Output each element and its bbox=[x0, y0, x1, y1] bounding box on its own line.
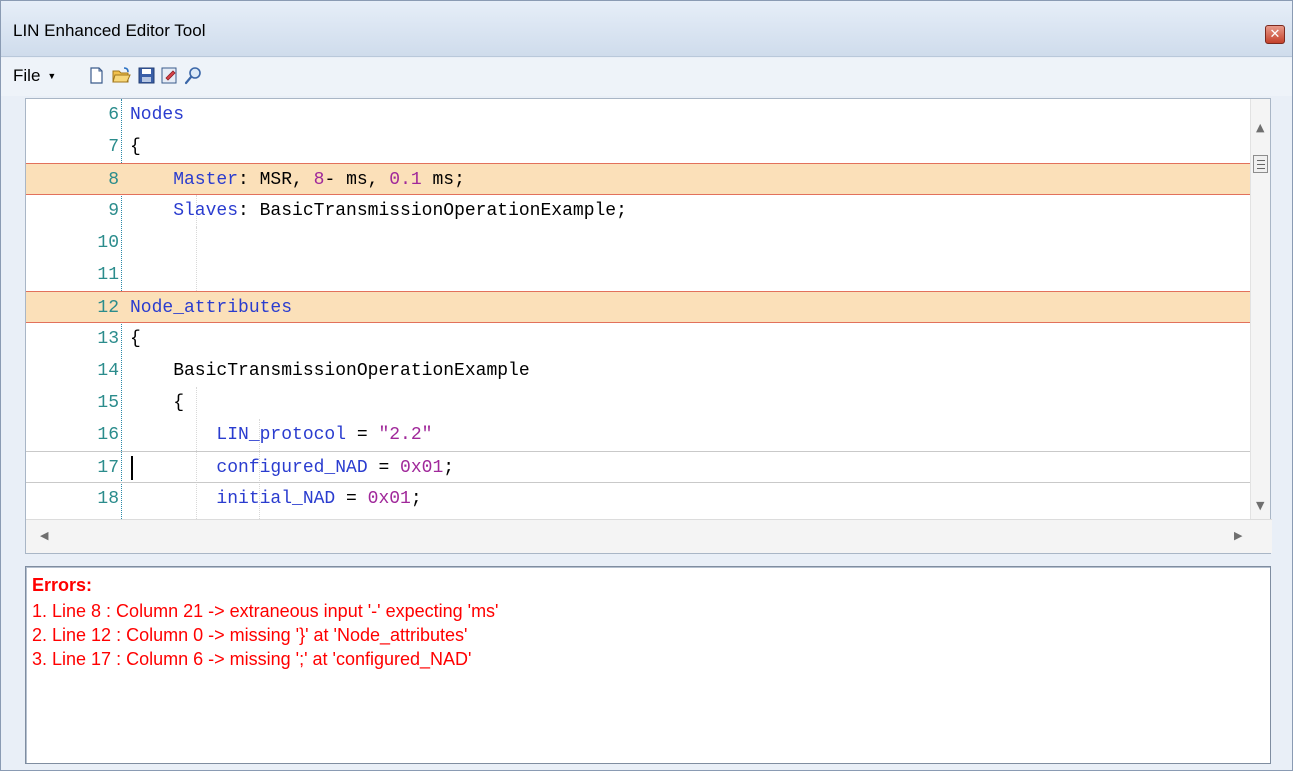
search-icon[interactable] bbox=[184, 66, 203, 85]
line-number: 8 bbox=[108, 170, 119, 190]
scroll-down-icon[interactable]: ▼ bbox=[1256, 499, 1264, 512]
line-number: 7 bbox=[108, 137, 119, 157]
line-number: 6 bbox=[108, 105, 119, 125]
close-button[interactable]: ✕ bbox=[1265, 25, 1285, 44]
code-line: 6 Nodes bbox=[26, 99, 1252, 131]
code-line: 11 bbox=[26, 259, 1252, 291]
line-number: 18 bbox=[97, 489, 119, 509]
line-text: BasicTransmissionOperationExample bbox=[130, 361, 530, 381]
line-text: { bbox=[130, 329, 141, 349]
code-line: 10 bbox=[26, 227, 1252, 259]
line-number: 10 bbox=[97, 233, 119, 253]
line-number: 17 bbox=[97, 458, 119, 478]
new-file-icon[interactable] bbox=[87, 66, 106, 85]
line-number: 9 bbox=[108, 201, 119, 221]
window-title: LIN Enhanced Editor Tool bbox=[13, 21, 206, 40]
line-number: 15 bbox=[97, 393, 119, 413]
code-line: 18 initial_NAD = 0x01; bbox=[26, 483, 1252, 515]
dropdown-caret-icon: ▼ bbox=[47, 71, 57, 81]
errors-panel: Errors: 1. Line 8 : Column 21 -> extrane… bbox=[25, 566, 1271, 764]
line-text: Node_attributes bbox=[130, 298, 293, 318]
line-text: { bbox=[130, 393, 185, 413]
line-number: 13 bbox=[97, 329, 119, 349]
save-icon[interactable] bbox=[137, 66, 156, 85]
vertical-scrollbar[interactable]: ▲ ▼ bbox=[1250, 99, 1270, 519]
line-text: { bbox=[130, 137, 141, 157]
scroll-thumb[interactable] bbox=[1253, 155, 1268, 173]
line-number: 11 bbox=[97, 265, 119, 285]
code-line: 13 { bbox=[26, 323, 1252, 355]
code-area[interactable]: 6 Nodes 7 { 8 Master: MSR, 8- ms, 0.1 ms… bbox=[26, 99, 1252, 519]
line-number: 14 bbox=[97, 361, 119, 381]
line-text-highlighted: Master: MSR, 8- ms, 0.1 ms; bbox=[130, 170, 465, 190]
code-line: 14 BasicTransmissionOperationExample bbox=[26, 355, 1252, 387]
code-line: 16 LIN_protocol = "2.2" bbox=[26, 419, 1252, 451]
scroll-up-icon[interactable]: ▲ bbox=[1256, 121, 1264, 134]
code-line-current: 17 configured_NAD = 0x01; bbox=[26, 451, 1252, 483]
app-window: LIN Enhanced Editor Tool ✕ File ▼ 6 Node… bbox=[0, 0, 1293, 771]
file-menu-label: File bbox=[13, 66, 41, 85]
save-as-icon[interactable] bbox=[160, 66, 179, 85]
error-item: 1. Line 8 : Column 21 -> extraneous inpu… bbox=[32, 601, 499, 621]
error-item: 2. Line 12 : Column 0 -> missing '}' at … bbox=[32, 625, 468, 645]
line-text-highlighted: Slaves: BasicTransmissionOperationExampl… bbox=[130, 201, 627, 221]
line-text: Nodes bbox=[130, 105, 185, 125]
code-line-error: 8 Master: MSR, 8- ms, 0.1 ms; bbox=[26, 163, 1252, 195]
errors-title: Errors: bbox=[32, 575, 93, 595]
code-line-error: 12 Node_attributes bbox=[26, 291, 1252, 323]
toolbar: File ▼ bbox=[1, 58, 1292, 96]
line-text-highlighted: LIN_protocol = "2.2" bbox=[130, 425, 433, 445]
code-line: 15 { bbox=[26, 387, 1252, 419]
scroll-right-icon[interactable]: ▶ bbox=[1234, 529, 1242, 542]
code-editor[interactable]: 6 Nodes 7 { 8 Master: MSR, 8- ms, 0.1 ms… bbox=[25, 98, 1272, 554]
horizontal-scrollbar[interactable]: ◀ ▶ bbox=[26, 519, 1272, 553]
error-item: 3. Line 17 : Column 6 -> missing ';' at … bbox=[32, 649, 472, 669]
open-folder-icon[interactable] bbox=[112, 66, 131, 85]
line-number: 16 bbox=[97, 425, 119, 445]
line-text-highlighted: initial_NAD = 0x01; bbox=[130, 489, 422, 509]
close-icon: ✕ bbox=[1269, 27, 1281, 42]
scroll-left-icon[interactable]: ◀ bbox=[40, 529, 48, 542]
code-line: 7 { bbox=[26, 131, 1252, 163]
code-line: 9 Slaves: BasicTransmissionOperationExam… bbox=[26, 195, 1252, 227]
line-number: 12 bbox=[97, 298, 119, 318]
line-text-highlighted: configured_NAD = 0x01; bbox=[130, 458, 455, 478]
file-menu[interactable]: File ▼ bbox=[13, 66, 56, 86]
window-left-margin bbox=[1, 98, 25, 770]
title-bar: LIN Enhanced Editor Tool ✕ bbox=[1, 1, 1292, 57]
